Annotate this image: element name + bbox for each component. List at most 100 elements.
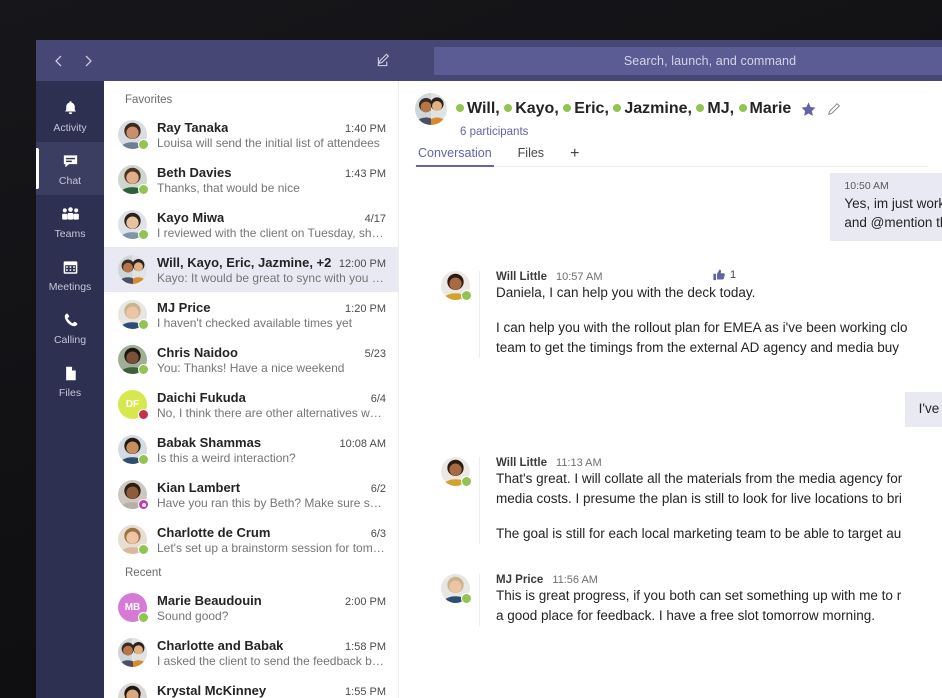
avatar (118, 480, 149, 510)
avatar (118, 210, 149, 240)
search-input[interactable]: Search, launch, and command (434, 47, 942, 75)
message-avatar (441, 457, 472, 544)
presence-badge-busy (138, 409, 149, 420)
conversation-title-row: Will, Kayo, Eric, Jazmine, MJ, Marie (415, 93, 928, 125)
chat-item-preview: Let's set up a brainstorm session for to… (157, 540, 386, 555)
message-text: I can help you with the rollout plan for… (496, 320, 908, 335)
chat-list-item[interactable]: Kian Lambert 6/2 Have you ran this by Beth… (104, 472, 398, 517)
message-body: Will Little 10:57 AM Daniela, I can help y… (479, 268, 942, 358)
message-timestamp: 10:50 AM (844, 180, 889, 192)
presence-badge-available (138, 364, 149, 375)
presence-dot (456, 104, 464, 112)
chat-item-header: Marie Beaudouin 2:00 PM (157, 593, 386, 608)
presence-badge-available (461, 593, 472, 604)
chat-list-item[interactable]: MJ Price 1:20 PM I haven't checked availab… (104, 292, 398, 337)
presence-badge-available (138, 319, 149, 330)
add-tab-button[interactable]: + (568, 145, 581, 166)
rail-item-calling[interactable]: Calling (36, 301, 104, 354)
chat-list-item[interactable]: Chris Naidoo 5/23 You: Thanks! Have a nice… (104, 337, 398, 382)
chat-list-item[interactable]: Kayo Miwa 4/17 I reviewed with the client … (104, 202, 398, 247)
chat-item-name: Charlotte and Babak (157, 637, 284, 653)
pencil-icon[interactable] (826, 101, 842, 117)
chat-list-item[interactable]: DF Daichi Fukuda 6/4 No, I think there are … (104, 382, 398, 427)
rail-item-meetings[interactable]: Meetings (36, 248, 104, 301)
chat-item-content: MJ Price 1:20 PM I haven't checked availab… (157, 300, 386, 330)
message-avatar (441, 574, 472, 626)
presence-dot (563, 104, 572, 112)
chat-icon (61, 151, 80, 173)
presence-badge-available (138, 544, 149, 555)
chat-item-preview: You: Thanks! Have a nice weekend (157, 360, 345, 375)
message-text: Yes, im just working on the deck n (844, 196, 942, 211)
rail-item-teams[interactable]: Teams (36, 195, 104, 248)
avatar (441, 457, 472, 487)
chat-list-item[interactable]: Charlotte and Babak 1:58 PM I asked the cl… (104, 630, 398, 675)
tab-files[interactable]: Files (516, 146, 546, 166)
chat-item-preview: Is this a weird interaction? (157, 450, 296, 465)
rail-label-files: Files (58, 386, 82, 399)
teams-window: Search, launch, and command Activity Cha… (36, 40, 942, 698)
rail-item-files[interactable]: Files (36, 354, 104, 407)
presence-badge-available (461, 290, 472, 301)
chat-item-header: Charlotte de Crum 6/3 (157, 525, 386, 540)
conversation-tabs: Conversation Files + (415, 145, 928, 167)
chat-item-content: Ray Tanaka 1:40 PM Louisa will send the in… (157, 120, 386, 150)
chat-item-name: Daichi Fukuda (157, 389, 246, 405)
message-meta: MJ Price 11:56 AM (496, 574, 942, 586)
presence-badge-available (138, 612, 149, 623)
message-timestamp: 10:57 AM (556, 271, 603, 283)
thumbs-up-icon (712, 268, 726, 282)
chat-item-preview: I asked the client to send the feedback … (157, 653, 386, 668)
chat-item-header: Beth Davies 1:43 PM (157, 165, 386, 180)
chat-item-preview: I haven't checked available times yet (157, 315, 353, 330)
bell-icon (61, 98, 80, 120)
message-text: The goal is still for each local marketi… (496, 526, 902, 541)
chat-item-preview: No, I think there are other alternatives… (157, 405, 386, 420)
chat-item-name: Krystal McKinney (157, 682, 267, 698)
chat-item-time: 6/3 (370, 527, 386, 540)
rail-item-chat[interactable]: Chat (36, 142, 104, 195)
message-reaction[interactable]: 1 (712, 268, 736, 282)
avatar (441, 271, 472, 301)
avatar (118, 120, 149, 150)
chat-list-item[interactable]: Beth Davies 1:43 PM Thanks, that would be … (104, 157, 398, 202)
chat-item-name: Kayo Miwa (157, 209, 225, 225)
chat-item-preview: I reviewed with the client on Tuesday, s… (157, 225, 386, 240)
conversation-title: Will, Kayo, Eric, Jazmine, MJ, Marie (456, 100, 791, 118)
chat-item-time: 1:58 PM (345, 640, 386, 653)
chat-list-item[interactable]: Charlotte de Crum 6/3 Let's set up a brain… (104, 517, 398, 562)
chevron-left-icon[interactable] (46, 48, 71, 74)
chat-item-time: 1:40 PM (345, 122, 386, 135)
chat-item-content: Marie Beaudouin 2:00 PM Sound good? (157, 593, 386, 623)
chat-item-preview: Sound good? (157, 608, 229, 623)
chat-list[interactable]: Favorites Ray Tanaka 1:40 PM Louisa will s… (104, 81, 399, 698)
rail-item-activity[interactable]: Activity (36, 89, 104, 142)
message-bubble-outgoing: I've made a (904, 392, 942, 427)
message-list: 10:50 AM Yes, im just working on the deck… (399, 167, 942, 698)
avatar-group (118, 638, 147, 667)
rail-label-calling: Calling (53, 333, 87, 346)
star-icon[interactable] (800, 101, 817, 118)
message-author: MJ Price (496, 574, 544, 586)
chat-item-header: Krystal McKinney 1:55 PM (157, 683, 386, 698)
chat-list-item[interactable]: Ray Tanaka 1:40 PM Louisa will send the in… (104, 112, 398, 157)
chat-item-header: Ray Tanaka 1:40 PM (157, 120, 386, 135)
chat-item-time: 10:08 AM (339, 437, 386, 450)
participants-count: 6 participants (460, 126, 529, 138)
chat-item-content: Krystal McKinney1:55 PMHi! (157, 683, 386, 698)
chat-list-item[interactable]: Will, Kayo, Eric, Jazmine, +2 12:00 PM Kay… (104, 247, 398, 292)
chat-list-item[interactable]: MB Marie Beaudouin 2:00 PM Sound good? (104, 585, 398, 630)
tab-conversation[interactable]: Conversation (416, 146, 494, 167)
avatar: MB (118, 593, 149, 623)
chat-list-item[interactable]: Babak Shammas 10:08 AM Is this a weird int… (104, 427, 398, 472)
favorites-rows: Ray Tanaka 1:40 PM Louisa will send the in… (104, 112, 398, 562)
presence-dot (696, 104, 705, 112)
chat-item-content: Chris Naidoo 5/23 You: Thanks! Have a nice… (157, 345, 386, 375)
chat-list-item[interactable]: Krystal McKinney1:55 PMHi! (104, 675, 398, 698)
chevron-right-icon[interactable] (75, 48, 100, 74)
chat-item-header: MJ Price 1:20 PM (157, 300, 386, 315)
compose-icon[interactable] (370, 48, 396, 74)
presence-badge-dnd (138, 499, 149, 510)
recent-rows: MB Marie Beaudouin 2:00 PM Sound good? Char… (104, 585, 398, 698)
chat-item-header: Chris Naidoo 5/23 (157, 345, 386, 360)
